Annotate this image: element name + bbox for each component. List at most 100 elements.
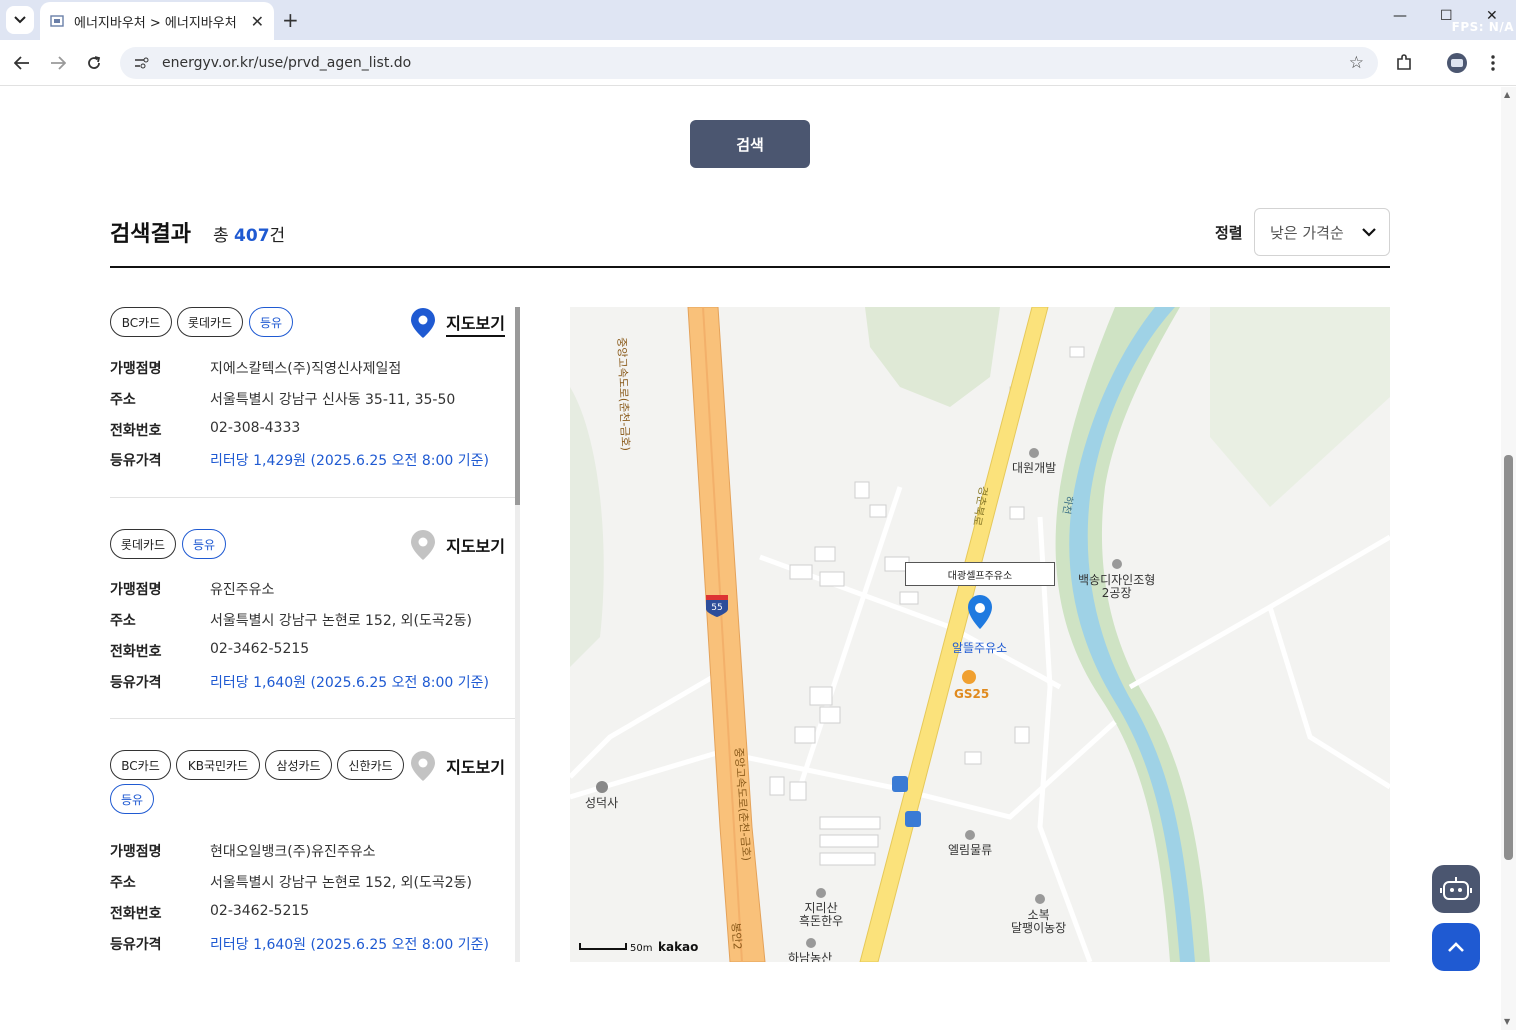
tab-search-button[interactable] bbox=[6, 6, 34, 34]
label-name: 가맹점명 bbox=[110, 582, 162, 598]
store-price: 리터당 1,640원 (2025.6.25 오전 8:00 기준) bbox=[210, 675, 489, 691]
map-view-link[interactable]: 지도보기 bbox=[410, 529, 505, 561]
tag-chip: BC카드 bbox=[110, 750, 171, 780]
label-phone: 전화번호 bbox=[110, 423, 162, 439]
label-price: 등유가격 bbox=[110, 675, 162, 691]
store-phone: 02-3462-5215 bbox=[210, 903, 310, 919]
map-place-label: 성덕사 bbox=[585, 796, 619, 810]
scrollbar-thumb[interactable] bbox=[1504, 455, 1513, 860]
search-button[interactable]: 검색 bbox=[690, 120, 810, 168]
count-suffix: 건 bbox=[269, 226, 286, 246]
sort-selected-value: 낮은 가격순 bbox=[1270, 223, 1344, 242]
card-divider bbox=[110, 718, 515, 719]
map-view-label: 지도보기 bbox=[446, 310, 505, 337]
url-text: energyv.or.kr/use/prvd_agen_list.do bbox=[162, 55, 412, 71]
label-price: 등유가격 bbox=[110, 453, 162, 469]
fps-overlay: FPS: N/A bbox=[1451, 20, 1514, 34]
svg-text:55: 55 bbox=[711, 603, 722, 613]
store-address: 서울특별시 강남구 논현로 152, 외(도곡2동) bbox=[210, 613, 473, 629]
profile-avatar[interactable] bbox=[1446, 52, 1468, 74]
map-view-label: 지도보기 bbox=[446, 758, 505, 777]
label-address: 주소 bbox=[110, 392, 136, 408]
address-bar[interactable]: energyv.or.kr/use/prvd_agen_list.do ☆ bbox=[120, 47, 1378, 79]
map-place-label: 지리산 흑돈한우 bbox=[799, 901, 844, 928]
map-callout: 대광셀프주유소 bbox=[905, 562, 1055, 586]
list-scrollbar[interactable] bbox=[515, 307, 520, 962]
list-scrollbar-thumb[interactable] bbox=[515, 307, 520, 505]
map-place-label: 백송디자인조형 2공장 bbox=[1078, 573, 1156, 600]
minimize-icon[interactable]: — bbox=[1393, 8, 1407, 24]
map-pin-icon bbox=[411, 751, 436, 781]
back-icon[interactable] bbox=[11, 52, 33, 74]
store-address: 서울특별시 강남구 신사동 35-11, 35-50 bbox=[210, 392, 456, 408]
tag-chip-fuel: 등유 bbox=[182, 529, 226, 559]
maximize-icon[interactable]: ☐ bbox=[1440, 8, 1453, 24]
scroll-down-arrow-icon[interactable]: ▼ bbox=[1504, 1017, 1510, 1026]
store-price: 리터당 1,429원 (2025.6.25 오전 8:00 기준) bbox=[210, 453, 489, 469]
tag-chip: 신한카드 bbox=[337, 750, 404, 780]
count-number: 407 bbox=[234, 226, 270, 246]
chevron-down-icon bbox=[1362, 228, 1376, 237]
forward-icon[interactable] bbox=[47, 52, 69, 74]
map-place-label: 소복 달팽이농장 bbox=[1011, 908, 1067, 935]
tag-chip: KB국민카드 bbox=[176, 750, 260, 780]
sort-select[interactable]: 낮은 가격순 bbox=[1254, 208, 1390, 256]
store-phone: 02-308-4333 bbox=[210, 420, 301, 436]
results-count: 총 407건 bbox=[213, 221, 285, 246]
robot-icon bbox=[1440, 877, 1472, 900]
map-pin-icon bbox=[411, 530, 436, 560]
map-place-label: 대원개발 bbox=[1012, 461, 1057, 475]
map-place-label: 하남농산 bbox=[788, 951, 833, 963]
chevron-up-icon bbox=[1448, 942, 1464, 952]
tag-chip-fuel: 등유 bbox=[110, 784, 154, 814]
browser-tab[interactable]: 에너지바우처 > 에너지바우처 ✕ bbox=[40, 2, 274, 40]
tag-chip: 롯데카드 bbox=[110, 529, 176, 559]
label-name: 가맹점명 bbox=[110, 844, 162, 860]
label-name: 가맹점명 bbox=[110, 361, 162, 377]
sort-label: 정렬 bbox=[1215, 224, 1243, 242]
browser-menu-icon[interactable] bbox=[1482, 52, 1504, 74]
store-address: 서울특별시 강남구 논현로 152, 외(도곡2동) bbox=[210, 875, 473, 891]
map-store-label: GS25 bbox=[954, 687, 990, 701]
label-phone: 전화번호 bbox=[110, 906, 162, 922]
card-divider bbox=[110, 497, 515, 498]
map-road-label: 봉안2 bbox=[729, 922, 744, 951]
extensions-icon[interactable] bbox=[1393, 52, 1415, 74]
store-price: 리터당 1,640원 (2025.6.25 오전 8:00 기준) bbox=[210, 937, 489, 953]
tag-chip-fuel: 등유 bbox=[249, 307, 293, 337]
map-view-label: 지도보기 bbox=[446, 537, 505, 556]
label-address: 주소 bbox=[110, 875, 136, 891]
map-pin-label: 알뜰주유소 bbox=[952, 641, 1008, 655]
map-view-link[interactable]: 지도보기 bbox=[410, 750, 505, 782]
label-address: 주소 bbox=[110, 613, 136, 629]
scroll-to-top-button[interactable] bbox=[1432, 923, 1480, 971]
map-view-link[interactable]: 지도보기 bbox=[410, 307, 505, 339]
store-phone: 02-3462-5215 bbox=[210, 641, 310, 657]
map-scale-label: 50m bbox=[630, 943, 653, 954]
map-canvas: 55 bbox=[570, 307, 1390, 962]
scroll-up-arrow-icon[interactable]: ▲ bbox=[1504, 90, 1510, 99]
browser-tab-strip: 에너지바우처 > 에너지바우처 ✕ + — ☐ ✕ FPS: N/A bbox=[0, 0, 1516, 40]
results-list[interactable]: BC카드 롯데카드 등유 지도보기 가맹점명 지에스칼텍스(주)직영신사제일점 … bbox=[110, 307, 520, 962]
close-tab-icon[interactable]: ✕ bbox=[251, 12, 264, 31]
store-name: 현대오일뱅크(주)유진주유소 bbox=[210, 844, 376, 860]
new-tab-icon[interactable]: + bbox=[282, 8, 299, 32]
kakao-map[interactable]: 55 대광셀프주유소 알뜰주유소 GS25 대원개발 백송디자인조형 2공장 성… bbox=[570, 307, 1390, 962]
site-settings-icon[interactable] bbox=[134, 56, 150, 70]
page-scrollbar[interactable]: ▲ ▼ bbox=[1501, 87, 1516, 1030]
label-phone: 전화번호 bbox=[110, 644, 162, 660]
chatbot-button[interactable] bbox=[1432, 865, 1480, 913]
bookmark-star-icon[interactable]: ☆ bbox=[1349, 53, 1364, 73]
map-place-label: 엘림물류 bbox=[948, 843, 993, 857]
results-title: 검색결과 bbox=[110, 222, 191, 247]
chevron-down-icon bbox=[14, 16, 26, 24]
map-provider-logo: kakao bbox=[658, 940, 699, 954]
browser-toolbar: energyv.or.kr/use/prvd_agen_list.do ☆ bbox=[0, 40, 1516, 86]
tag-chip: BC카드 bbox=[110, 307, 172, 337]
tag-chip: 롯데카드 bbox=[177, 307, 243, 337]
store-name: 유진주유소 bbox=[210, 582, 275, 598]
reload-icon[interactable] bbox=[83, 52, 105, 74]
count-prefix: 총 bbox=[213, 226, 235, 246]
site-favicon-icon bbox=[50, 15, 64, 27]
label-price: 등유가격 bbox=[110, 937, 162, 953]
